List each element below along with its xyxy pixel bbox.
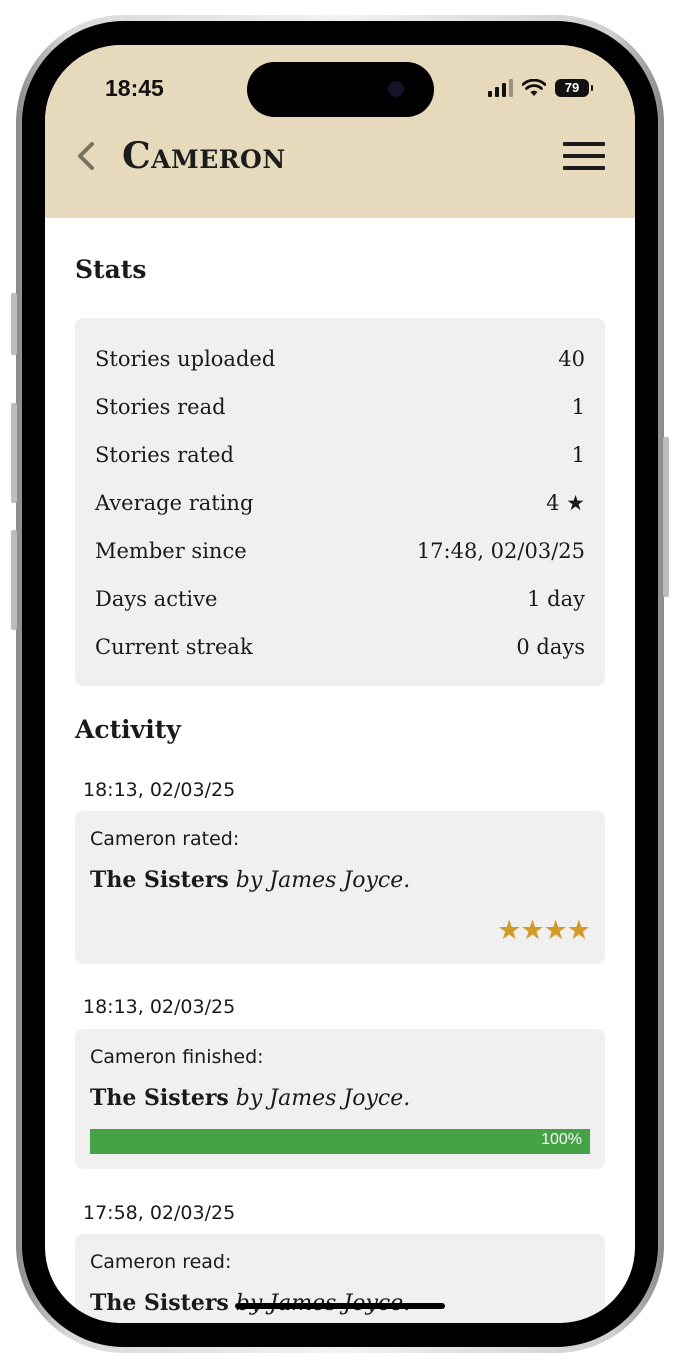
activity-book[interactable]: The Sisters by James Joyce. xyxy=(90,867,410,893)
stats-panel: Stories uploaded 40 Stories read 1 Stories… xyxy=(75,318,605,686)
activity-card-read[interactable]: Cameron read: The Sisters by James Joyce… xyxy=(75,1234,605,1323)
screen: 18:45 79 Cameron Stats Stories uploaded 4… xyxy=(45,45,635,1323)
stat-value: 40 xyxy=(558,347,585,371)
progress-fill xyxy=(90,1129,590,1154)
stat-row-days-active: Days active 1 day xyxy=(95,575,585,623)
stat-row-stories-rated: Stories rated 1 xyxy=(95,431,585,479)
camera-icon xyxy=(388,81,404,97)
book-title: The Sisters xyxy=(90,1085,229,1111)
book-title: The Sisters xyxy=(90,1290,229,1316)
app-header: 18:45 79 Cameron xyxy=(45,45,635,218)
status-time: 18:45 xyxy=(105,75,164,101)
activity-action: Cameron rated: xyxy=(90,828,240,850)
stat-value: 1 day xyxy=(527,587,585,611)
book-author: by James Joyce. xyxy=(235,868,411,893)
wifi-icon xyxy=(522,79,546,96)
page-title: Cameron xyxy=(122,135,286,177)
book-author: by James Joyce. xyxy=(235,1086,411,1111)
battery-icon: 79 xyxy=(555,79,593,97)
activity-timestamp: 18:13, 02/03/25 xyxy=(83,779,236,801)
stat-value: 1 xyxy=(571,443,585,467)
stat-row-average-rating: Average rating 4 ★ xyxy=(95,479,585,527)
stats-heading: Stats xyxy=(75,255,147,284)
stat-value: 1 xyxy=(571,395,585,419)
stat-value: 0 days xyxy=(516,635,585,659)
volume-up-button xyxy=(11,403,17,503)
progress-label: 100% xyxy=(541,1131,582,1148)
stat-value: 17:48, 02/03/25 xyxy=(416,539,585,563)
stat-label: Stories uploaded xyxy=(95,347,276,371)
activity-book[interactable]: The Sisters by James Joyce. xyxy=(90,1085,410,1111)
home-indicator[interactable] xyxy=(235,1303,445,1309)
stat-label: Days active xyxy=(95,587,218,611)
cellular-signal-icon xyxy=(488,79,513,97)
activity-heading: Activity xyxy=(75,715,181,744)
action-button xyxy=(11,293,17,355)
stat-label: Current streak xyxy=(95,635,253,659)
stat-row-current-streak: Current streak 0 days xyxy=(95,623,585,671)
activity-card-finished[interactable]: Cameron finished: The Sisters by James J… xyxy=(75,1029,605,1169)
power-button xyxy=(663,437,669,597)
stat-label: Stories rated xyxy=(95,443,234,467)
stat-value: 4 ★ xyxy=(546,491,585,515)
stat-label: Average rating xyxy=(95,491,254,515)
stat-label: Member since xyxy=(95,539,247,563)
stat-row-member-since: Member since 17:48, 02/03/25 xyxy=(95,527,585,575)
status-icons: 79 xyxy=(488,79,593,97)
book-title: The Sisters xyxy=(90,867,229,893)
stat-row-stories-uploaded: Stories uploaded 40 xyxy=(95,335,585,383)
chevron-left-icon[interactable] xyxy=(75,141,97,171)
volume-down-button xyxy=(11,530,17,630)
activity-timestamp: 17:58, 02/03/25 xyxy=(83,1202,236,1224)
hamburger-menu-icon[interactable] xyxy=(563,142,605,172)
stat-row-stories-read: Stories read 1 xyxy=(95,383,585,431)
activity-card-rated[interactable]: Cameron rated: The Sisters by James Joyc… xyxy=(75,811,605,964)
activity-action: Cameron read: xyxy=(90,1251,232,1273)
stat-label: Stories read xyxy=(95,395,226,419)
dynamic-island xyxy=(247,62,434,117)
star-rating-icon: ★★★★ xyxy=(497,915,591,946)
progress-bar: 100% xyxy=(90,1129,590,1154)
activity-action: Cameron finished: xyxy=(90,1046,264,1068)
activity-timestamp: 18:13, 02/03/25 xyxy=(83,996,236,1018)
